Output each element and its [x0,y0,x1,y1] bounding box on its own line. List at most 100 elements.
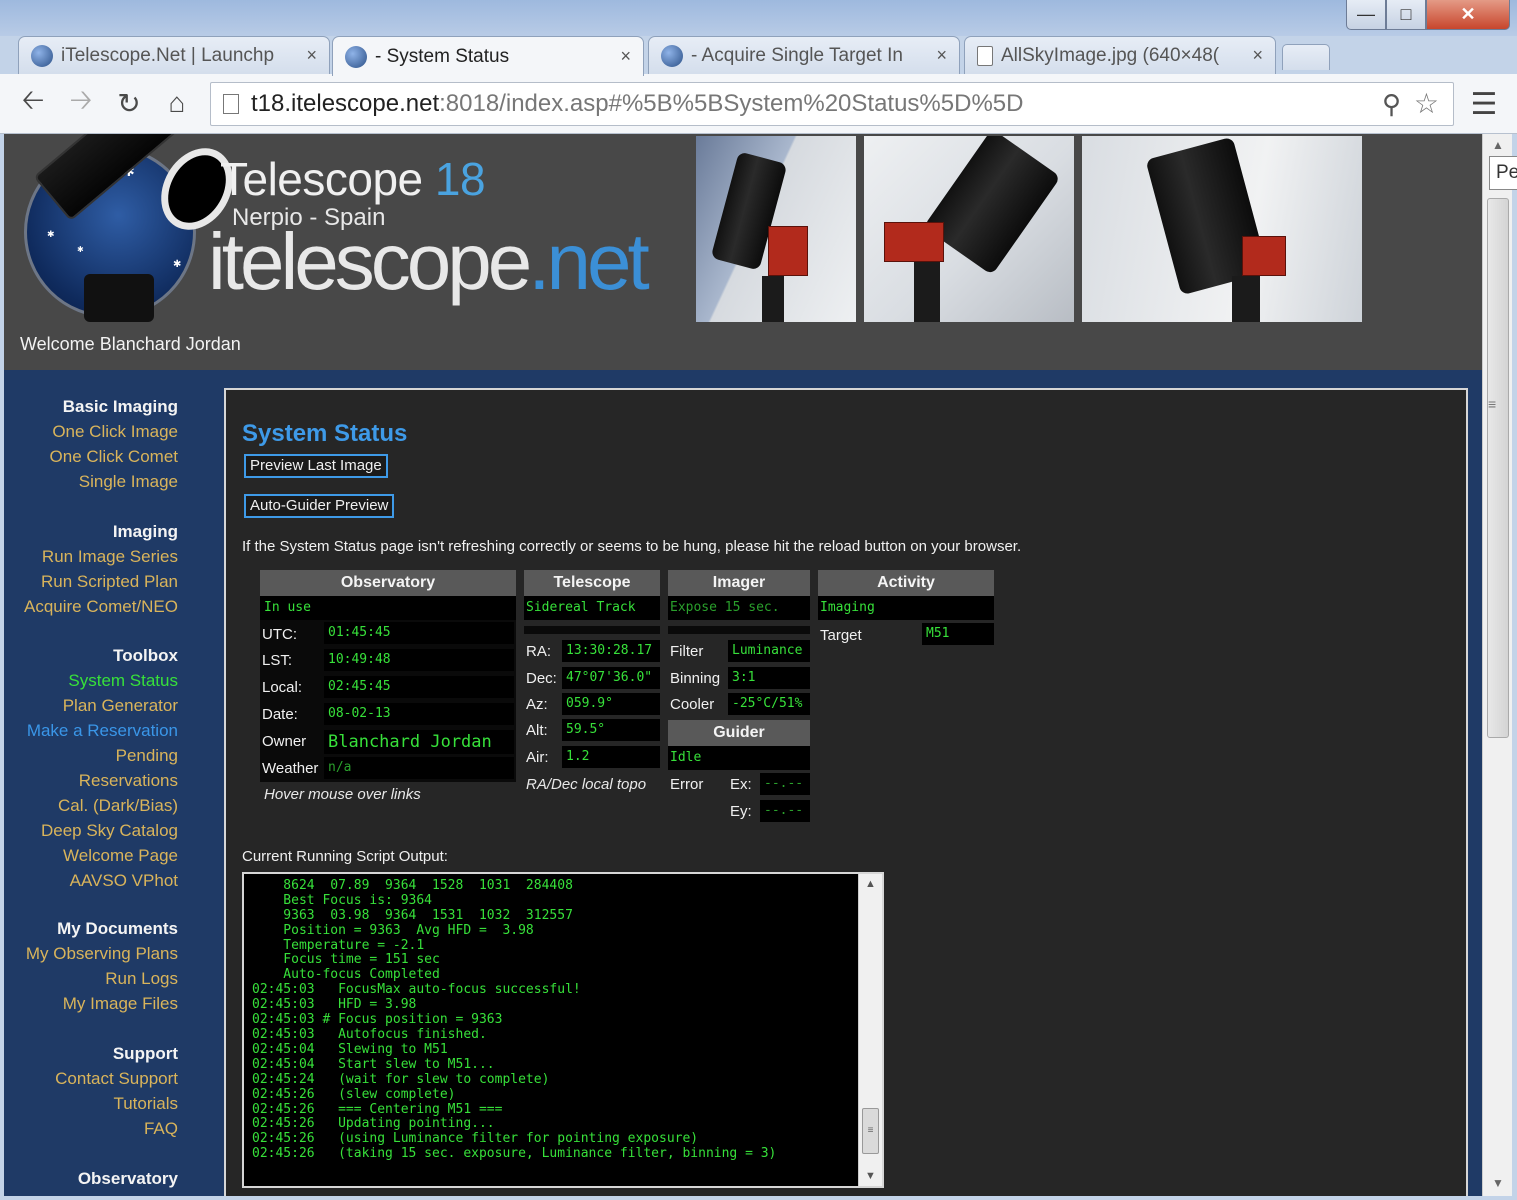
brand-tld: .net [528,217,649,306]
tab-close-icon[interactable]: × [936,45,947,66]
script-output-box[interactable]: 8624 07.88 9362 1528 1031 331498 8624 07… [242,872,884,1188]
sidebar-item-run-logs[interactable]: Run Logs [4,966,178,991]
minimize-button[interactable]: — [1346,0,1386,30]
refresh-notice: If the System Status page isn't refreshi… [242,538,1022,555]
star-icon: ✱ [77,245,84,254]
maximize-button[interactable]: □ [1386,0,1426,30]
script-scroll-thumb[interactable]: ≡ [862,1108,879,1154]
browser-toolbar: 🡠 🡢 ↻ ⌂ t18.itelescope.net :8018/index.a… [0,74,1517,134]
forward-arrow-icon[interactable]: 🡢 [64,84,98,120]
telescope-spacer [524,626,660,634]
script-line: 8624 07.89 9364 1528 1031 284408 [252,877,573,893]
address-bar[interactable]: t18.itelescope.net :8018/index.asp#%5B%5… [210,82,1454,126]
tab-close-icon[interactable]: × [1252,45,1263,66]
imager-spacer [668,626,810,634]
local-value: 02:45:45 [324,676,514,698]
scroll-down-arrow-icon[interactable]: ▼ [1483,1176,1513,1196]
sidebar-item-one-click-comet[interactable]: One Click Comet [4,444,178,469]
script-line: Best Focus is: 9364 [252,892,433,908]
sidebar-item-pending[interactable]: Pending [4,743,178,768]
sidebar-item-system-status[interactable]: System Status [4,668,178,693]
script-line: 02:45:03 FocusMax auto-focus successful! [252,982,581,998]
tab-close-icon[interactable]: × [620,46,631,67]
sidebar-item-make-reservation[interactable]: Make a Reservation [4,718,178,743]
sidebar-item-calibration[interactable]: Cal. (Dark/Bias) [4,793,178,818]
tab-acquire-single-target[interactable]: - Acquire Single Target In × [648,36,960,74]
search-icon[interactable]: ⚲ [1382,89,1401,120]
new-tab-button[interactable] [1282,44,1330,70]
page-scrollbar[interactable]: ▲ ≡ ▼ [1482,134,1512,1196]
sidebar-item-plan-generator[interactable]: Plan Generator [4,693,178,718]
tab-system-status[interactable]: - System Status × [332,36,644,76]
weather-label: Weather [262,760,319,777]
sidebar-item-run-scripted-plan[interactable]: Run Scripted Plan [4,569,178,594]
script-line: 02:45:26 (taking 15 sec. exposure, Lumin… [252,1146,777,1162]
hamburger-menu-icon[interactable]: ☰ [1466,86,1502,122]
page-scroll-thumb[interactable] [1487,198,1509,738]
script-line: Temperature = -2.1 [252,937,425,953]
target-label: Target [820,627,862,644]
sidebar-item-one-click-image[interactable]: One Click Image [4,419,178,444]
globe-favicon-icon [31,44,53,67]
site-header: ✱ ✱ ✱ ✱ ✱ Telescope 18 Nerpio - Spain it… [4,134,1482,370]
script-line: 02:45:03 Autofocus finished. [252,1026,487,1042]
tab-title: AllSkyImage.jpg (640×48( [1001,44,1220,66]
guider-heading: Guider [668,720,810,746]
sidebar-item-aavso-vphot[interactable]: AAVSO VPhot [4,868,178,893]
sidebar-item-deep-sky-catalog[interactable]: Deep Sky Catalog [4,818,178,843]
auto-guider-preview-button[interactable]: Auto-Guider Preview [244,494,395,518]
sidebar-item-single-image[interactable]: Single Image [4,469,178,494]
sidebar-item-acquire-comet[interactable]: Acquire Comet/NEO [4,594,178,619]
reload-icon[interactable]: ↻ [112,86,146,120]
title-bar[interactable]: — □ ✕ [0,0,1517,36]
alt-label: Alt: [526,722,548,739]
nav-heading: Toolbox [113,646,178,665]
sidebar-item-observing-plans[interactable]: My Observing Plans [4,941,178,966]
tab-close-icon[interactable]: × [306,45,317,66]
sidebar-item-reservations[interactable]: Reservations [4,768,178,793]
telescope-photo-2 [864,136,1074,322]
side-peek-tab[interactable]: Pe [1489,156,1517,190]
date-label: Date: [262,706,298,723]
script-line: 02:45:26 === Centering M51 === [252,1101,503,1117]
owner-value: Blanchard Jordan [324,730,514,754]
nav-section-imaging: Imaging Run Image Series Run Scripted Pl… [4,519,178,619]
air-value: 1.2 [562,746,660,768]
scroll-up-arrow-icon[interactable]: ▲ [1483,134,1513,154]
page-title: System Status [242,420,408,447]
guider-status: Idle [670,750,702,765]
tab-allsky-image[interactable]: AllSkyImage.jpg (640×48( × [964,36,1276,74]
weather-value: n/a [324,757,514,779]
guider-status-bar: Idle [668,746,810,770]
ex-value: --.-- [760,773,810,795]
sidebar-item-welcome-page[interactable]: Welcome Page [4,843,178,868]
sidebar-item-faq[interactable]: FAQ [4,1116,178,1141]
cooler-label: Cooler [670,696,715,713]
script-output-lines: 8624 07.88 9362 1528 1031 331498 8624 07… [252,874,852,1162]
script-line: 02:45:24 (wait for slew to complete) [252,1071,550,1087]
bookmark-star-icon[interactable]: ☆ [1414,87,1439,120]
close-window-button[interactable]: ✕ [1426,0,1510,30]
nav-heading: My Documents [57,919,178,938]
tab-launchpad[interactable]: iTelescope.Net | Launchp × [18,36,330,74]
home-icon[interactable]: ⌂ [160,86,194,120]
sidebar-item-contact-support[interactable]: Contact Support [4,1066,178,1091]
nav-heading: Imaging [112,522,178,541]
nav-section-toolbox: Toolbox System Status Plan Generator Mak… [4,643,178,893]
scroll-down-arrow-icon[interactable]: ▼ [865,1170,876,1182]
globe-favicon-icon [661,44,683,67]
tab-title: - System Status [375,45,510,67]
scroll-up-arrow-icon[interactable]: ▲ [865,878,876,890]
back-arrow-icon[interactable]: 🡠 [16,84,50,120]
script-line: 9363 03.98 9364 1531 1032 312557 [252,907,573,923]
sidebar-item-image-files[interactable]: My Image Files [4,991,178,1016]
logo-telescope-mount [84,274,154,322]
script-scrollbar[interactable]: ▲ ≡ ▼ [858,874,882,1186]
script-line: Position = 9363 Avg HFD = 3.98 [252,922,534,938]
alt-value: 59.5° [562,719,660,741]
sidebar-item-run-image-series[interactable]: Run Image Series [4,544,178,569]
preview-last-image-button[interactable]: Preview Last Image [244,454,388,478]
hover-note: Hover mouse over links [264,786,421,803]
sidebar-item-tutorials[interactable]: Tutorials [4,1091,178,1116]
brand-main: itelescope [208,217,532,306]
